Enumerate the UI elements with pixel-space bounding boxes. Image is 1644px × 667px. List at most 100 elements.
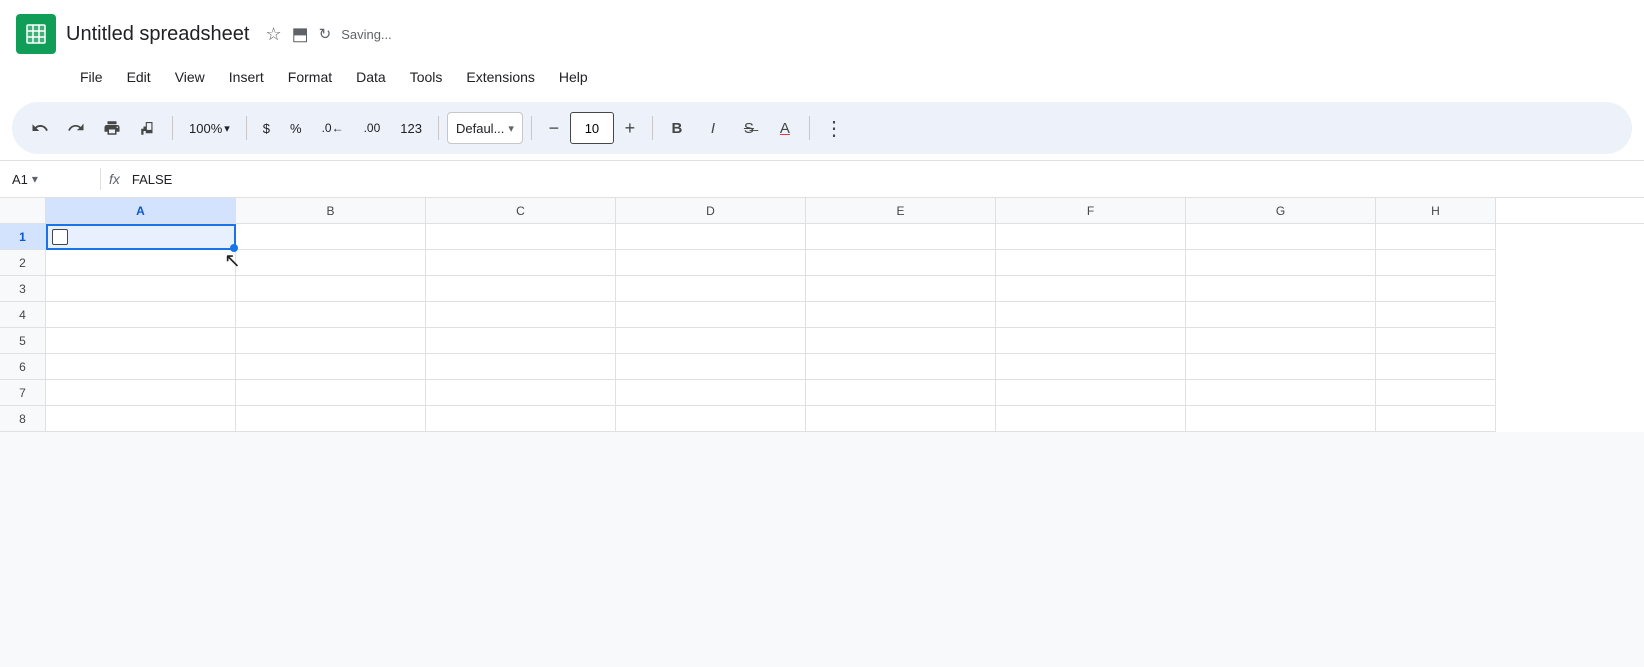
cell-H6[interactable] xyxy=(1376,354,1496,380)
more-options-button[interactable]: ⋮ xyxy=(818,112,850,144)
currency-button[interactable]: $ xyxy=(255,112,278,144)
cell-H3[interactable] xyxy=(1376,276,1496,302)
cell-C2[interactable] xyxy=(426,250,616,276)
col-header-H[interactable]: H xyxy=(1376,198,1496,223)
cell-A3[interactable] xyxy=(46,276,236,302)
text-color-button[interactable]: A xyxy=(769,112,801,144)
cell-H2[interactable] xyxy=(1376,250,1496,276)
cell-F4[interactable] xyxy=(996,302,1186,328)
cell-B5[interactable] xyxy=(236,328,426,354)
cell-B1[interactable] xyxy=(236,224,426,250)
cell-C3[interactable] xyxy=(426,276,616,302)
star-icon[interactable]: ☆ xyxy=(265,24,281,45)
increase-decimal-button[interactable]: .00 xyxy=(356,112,389,144)
cell-B4[interactable] xyxy=(236,302,426,328)
row-num-8[interactable]: 8 xyxy=(0,406,45,432)
menu-file[interactable]: File xyxy=(70,65,113,89)
cell-E8[interactable] xyxy=(806,406,996,432)
cell-H5[interactable] xyxy=(1376,328,1496,354)
row-num-5[interactable]: 5 xyxy=(0,328,45,354)
menu-insert[interactable]: Insert xyxy=(219,65,274,89)
paint-format-button[interactable] xyxy=(132,112,164,144)
cell-E4[interactable] xyxy=(806,302,996,328)
cell-F3[interactable] xyxy=(996,276,1186,302)
cell-A2[interactable] xyxy=(46,250,236,276)
formula-content[interactable]: FALSE xyxy=(132,172,1632,187)
cell-C6[interactable] xyxy=(426,354,616,380)
row-num-2[interactable]: 2 xyxy=(0,250,45,276)
print-button[interactable] xyxy=(96,112,128,144)
cell-B7[interactable] xyxy=(236,380,426,406)
cell-E5[interactable] xyxy=(806,328,996,354)
cell-G3[interactable] xyxy=(1186,276,1376,302)
cell-F6[interactable] xyxy=(996,354,1186,380)
cell-D5[interactable] xyxy=(616,328,806,354)
cell-B3[interactable] xyxy=(236,276,426,302)
cell-D6[interactable] xyxy=(616,354,806,380)
row-num-1[interactable]: 1 xyxy=(0,224,45,250)
col-header-G[interactable]: G xyxy=(1186,198,1376,223)
menu-extensions[interactable]: Extensions xyxy=(456,65,544,89)
cell-C4[interactable] xyxy=(426,302,616,328)
cell-H8[interactable] xyxy=(1376,406,1496,432)
select-all-button[interactable] xyxy=(0,198,46,223)
cell-B6[interactable] xyxy=(236,354,426,380)
italic-button[interactable]: I xyxy=(697,112,729,144)
font-size-decrease-button[interactable]: − xyxy=(540,114,568,142)
cell-H7[interactable] xyxy=(1376,380,1496,406)
menu-format[interactable]: Format xyxy=(278,65,342,89)
cell-C5[interactable] xyxy=(426,328,616,354)
col-header-E[interactable]: E xyxy=(806,198,996,223)
cell-E6[interactable] xyxy=(806,354,996,380)
menu-tools[interactable]: Tools xyxy=(400,65,453,89)
menu-view[interactable]: View xyxy=(165,65,215,89)
col-header-A[interactable]: A xyxy=(46,198,236,223)
cell-G1[interactable] xyxy=(1186,224,1376,250)
cell-F7[interactable] xyxy=(996,380,1186,406)
redo-button[interactable] xyxy=(60,112,92,144)
menu-data[interactable]: Data xyxy=(346,65,396,89)
cell-D2[interactable] xyxy=(616,250,806,276)
cell-reference-dropdown[interactable]: ▾ xyxy=(32,172,38,186)
cell-A5[interactable] xyxy=(46,328,236,354)
cell-B8[interactable] xyxy=(236,406,426,432)
decrease-decimal-button[interactable]: .0← xyxy=(314,112,352,144)
move-to-folder-icon[interactable]: ⬒ xyxy=(292,24,309,45)
cell-A1[interactable] xyxy=(46,224,236,250)
col-header-C[interactable]: C xyxy=(426,198,616,223)
cell-E2[interactable] xyxy=(806,250,996,276)
row-num-7[interactable]: 7 xyxy=(0,380,45,406)
col-header-D[interactable]: D xyxy=(616,198,806,223)
fill-handle[interactable] xyxy=(230,244,238,252)
cell-C8[interactable] xyxy=(426,406,616,432)
cell-A8[interactable] xyxy=(46,406,236,432)
menu-edit[interactable]: Edit xyxy=(117,65,161,89)
cell-E3[interactable] xyxy=(806,276,996,302)
menu-help[interactable]: Help xyxy=(549,65,598,89)
cell-F8[interactable] xyxy=(996,406,1186,432)
cell-D4[interactable] xyxy=(616,302,806,328)
zoom-selector[interactable]: 100% ▾ xyxy=(181,112,238,144)
row-num-6[interactable]: 6 xyxy=(0,354,45,380)
cell-D3[interactable] xyxy=(616,276,806,302)
cell-A7[interactable] xyxy=(46,380,236,406)
row-num-4[interactable]: 4 xyxy=(0,302,45,328)
cell-G4[interactable] xyxy=(1186,302,1376,328)
cell-D8[interactable] xyxy=(616,406,806,432)
font-family-selector[interactable]: Defaul... ▾ xyxy=(447,112,523,144)
font-size-increase-button[interactable]: + xyxy=(616,114,644,142)
cell-C1[interactable] xyxy=(426,224,616,250)
cell-F2[interactable] xyxy=(996,250,1186,276)
strikethrough-button[interactable]: S̶ xyxy=(733,112,765,144)
cell-reference-box[interactable]: A1 ▾ xyxy=(12,172,92,187)
number-format-button[interactable]: 123 xyxy=(392,112,430,144)
undo-button[interactable] xyxy=(24,112,56,144)
cell-F1[interactable] xyxy=(996,224,1186,250)
cell-D1[interactable] xyxy=(616,224,806,250)
cell-G6[interactable] xyxy=(1186,354,1376,380)
bold-button[interactable]: B xyxy=(661,112,693,144)
cell-G5[interactable] xyxy=(1186,328,1376,354)
cell-E1[interactable] xyxy=(806,224,996,250)
cell-H1[interactable] xyxy=(1376,224,1496,250)
col-header-B[interactable]: B xyxy=(236,198,426,223)
